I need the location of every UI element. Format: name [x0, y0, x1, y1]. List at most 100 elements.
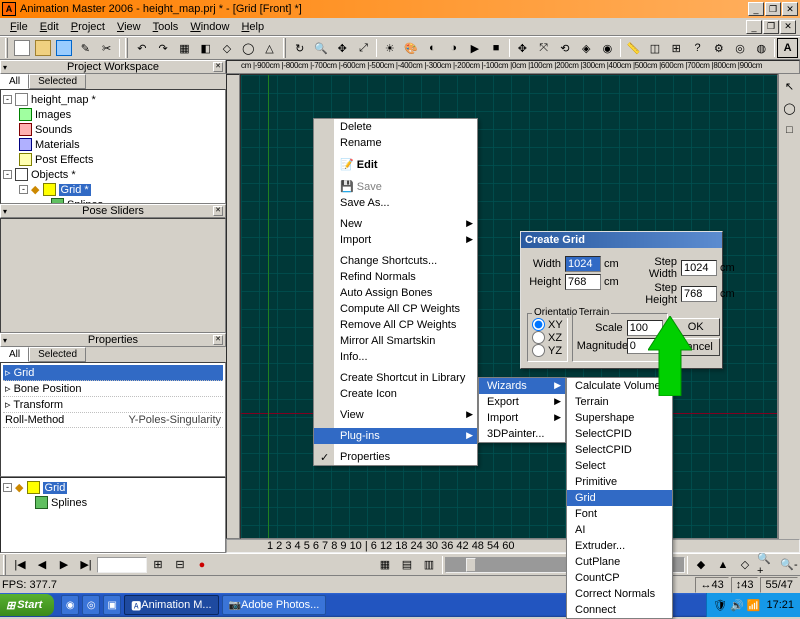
record-icon[interactable]: ● — [191, 555, 213, 575]
tree-sounds[interactable]: Sounds — [35, 124, 72, 136]
tool-icon[interactable]: ◯ — [779, 98, 800, 118]
tab-all[interactable]: All — [0, 74, 29, 89]
tree-images[interactable]: Images — [35, 109, 71, 121]
close-icon[interactable]: ✕ — [213, 335, 223, 345]
ctx-primitive[interactable]: Primitive — [567, 474, 672, 490]
ctx-delete[interactable]: Delete — [314, 119, 477, 135]
ctx-extruder[interactable]: Extruder... — [567, 538, 672, 554]
tool-icon[interactable]: ◑ — [443, 38, 464, 58]
properties-list[interactable]: ▹ Grid ▹ Bone Position ▹ Transform Roll-… — [0, 362, 226, 477]
play-icon[interactable]: ▶ — [53, 555, 75, 575]
prop-bone[interactable]: Bone Position — [14, 383, 82, 395]
minimize-button[interactable]: _ — [748, 2, 764, 16]
tool-icon[interactable]: ✂ — [96, 38, 117, 58]
menu-view[interactable]: View — [111, 21, 147, 33]
frame-input[interactable] — [97, 557, 147, 573]
quicklaunch-icon[interactable]: ◉ — [61, 595, 79, 615]
menu-window[interactable]: Window — [184, 21, 235, 33]
toolbar-grip[interactable] — [5, 38, 8, 58]
stepheight-input[interactable] — [681, 286, 717, 302]
tool-icon[interactable]: ▦ — [174, 38, 195, 58]
ctx-cutplane[interactable]: CutPlane — [567, 554, 672, 570]
ctx-mirror[interactable]: Mirror All Smartskin — [314, 333, 477, 349]
tool-icon[interactable]: ⤧ — [533, 38, 554, 58]
mdi-close-button[interactable]: ✕ — [780, 20, 796, 34]
task-photoshop[interactable]: 📷 Adobe Photos... — [222, 595, 327, 615]
zoom-in-icon[interactable]: 🔍+ — [756, 555, 778, 575]
tool-icon[interactable]: ▥ — [418, 555, 440, 575]
tree-collapse-icon[interactable]: - — [3, 95, 12, 104]
ctx-countcp[interactable]: CountCP — [567, 570, 672, 586]
collapse-icon[interactable]: ▾ — [3, 207, 7, 216]
ctx-select[interactable]: Select — [567, 458, 672, 474]
ctx-ai[interactable]: AI — [567, 522, 672, 538]
ctx-info[interactable]: Info... — [314, 349, 477, 365]
tool-icon[interactable]: ◧ — [195, 38, 216, 58]
tool-icon[interactable]: □ — [779, 120, 800, 140]
maximize-button[interactable]: ❐ — [765, 2, 781, 16]
text-icon[interactable]: A — [777, 38, 798, 58]
ctx-saveas[interactable]: Save As... — [314, 195, 477, 211]
mdi-restore-button[interactable]: ❐ — [763, 20, 779, 34]
ctx-createicon[interactable]: Create Icon — [314, 386, 477, 402]
ctx-new[interactable]: New▶ — [314, 216, 477, 232]
tool-icon[interactable]: ◇ — [734, 555, 756, 575]
tool-icon[interactable]: ⊞ — [147, 555, 169, 575]
tool-icon[interactable]: ◉ — [597, 38, 618, 58]
tool-icon[interactable]: 🎨 — [400, 38, 421, 58]
tool-icon[interactable]: ▤ — [396, 555, 418, 575]
tab-all[interactable]: All — [0, 347, 29, 362]
tool-icon[interactable]: ⊞ — [666, 38, 687, 58]
ctx-edit[interactable]: 📝 Edit — [314, 156, 477, 173]
menu-project[interactable]: Project — [65, 21, 111, 33]
ctx-refind[interactable]: Refind Normals — [314, 269, 477, 285]
tool-icon[interactable]: ▦ — [374, 555, 396, 575]
tool-icon[interactable]: ◫ — [644, 38, 665, 58]
ctx-3dpainter[interactable]: 3DPainter... — [479, 426, 565, 442]
tool-icon[interactable]: ☀ — [379, 38, 400, 58]
radio-xz[interactable] — [532, 331, 545, 344]
tree-splines2[interactable]: Splines — [51, 497, 87, 509]
start-button[interactable]: ⊞ Start — [0, 594, 54, 616]
tool-icon[interactable]: ⊟ — [169, 555, 191, 575]
tool-icon[interactable]: ✎ — [75, 38, 96, 58]
tool-icon[interactable]: △ — [259, 38, 280, 58]
tool-icon[interactable]: ↻ — [289, 38, 310, 58]
tool-icon[interactable]: ▶ — [464, 38, 485, 58]
width-input[interactable] — [565, 256, 601, 272]
tool-icon[interactable]: ◇ — [216, 38, 237, 58]
menu-file[interactable]: File — [4, 21, 34, 33]
menu-edit[interactable]: Edit — [34, 21, 65, 33]
ctx-font[interactable]: Font — [567, 506, 672, 522]
ctx-remove[interactable]: Remove All CP Weights — [314, 317, 477, 333]
tool-icon[interactable]: ✥ — [332, 38, 353, 58]
tree-posteffects[interactable]: Post Effects — [35, 154, 94, 166]
tab-selected[interactable]: Selected — [29, 347, 86, 362]
tool-icon[interactable]: ◆ — [690, 555, 712, 575]
tool-icon[interactable]: ◈ — [576, 38, 597, 58]
task-animation-master[interactable]: 🅰 Animation M... — [124, 595, 218, 615]
prop-roll-value[interactable]: Y-Poles-Singularity — [85, 414, 221, 426]
ctx-selcpid[interactable]: SelectCPID — [567, 426, 672, 442]
ctx-import[interactable]: Import▶ — [314, 232, 477, 248]
dialog-title[interactable]: Create Grid — [521, 232, 722, 248]
tree-collapse-icon[interactable]: - — [19, 185, 28, 194]
zoom-out-icon[interactable]: 🔍- — [778, 555, 800, 575]
ctx-grid[interactable]: Grid — [567, 490, 672, 506]
tool-icon[interactable]: ⟲ — [554, 38, 575, 58]
tree-grid[interactable]: Grid * — [59, 184, 91, 196]
tree-collapse-icon[interactable]: - — [3, 483, 12, 492]
tool-icon[interactable]: ⚙ — [708, 38, 729, 58]
project-tree[interactable]: -height_map * Images Sounds Materials Po… — [0, 89, 226, 204]
radio-yz[interactable] — [532, 344, 545, 357]
tree-project[interactable]: height_map * — [31, 94, 96, 106]
tab-selected[interactable]: Selected — [29, 74, 86, 89]
tool-icon[interactable]: ■ — [485, 38, 506, 58]
system-tray[interactable]: 🛡 🔊 📶 17:21 — [706, 593, 800, 617]
play-prev-icon[interactable]: ◀ — [31, 555, 53, 575]
tool-icon[interactable]: ◍ — [751, 38, 772, 58]
ctx-autoassign[interactable]: Auto Assign Bones — [314, 285, 477, 301]
ctx-wizards[interactable]: Wizards▶ — [479, 378, 565, 394]
lower-tree[interactable]: -◆ Grid Splines — [0, 477, 226, 553]
ctx-import2[interactable]: Import▶ — [479, 410, 565, 426]
